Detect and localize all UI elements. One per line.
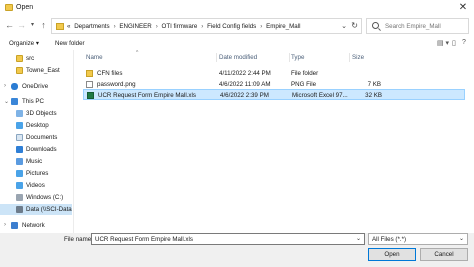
search-icon [372, 22, 379, 29]
breadcrumb-field-config-fields[interactable]: Field Config fields [207, 23, 256, 30]
drive-icon [16, 194, 23, 201]
title-bar: Open ✕ [0, 0, 474, 16]
sidebar-item-documents[interactable]: Documents [0, 132, 72, 143]
cancel-button[interactable]: Cancel [420, 248, 468, 261]
up-button[interactable]: ↑ [38, 20, 49, 31]
chevron-down-icon[interactable]: ⌄ [356, 235, 361, 242]
computer-icon [11, 98, 18, 105]
folder-icon [56, 23, 64, 30]
breadcrumb-overflow[interactable]: « [67, 23, 70, 30]
sidebar-item-network[interactable]: › Network [0, 220, 72, 231]
file-date: 4/11/2022 2:44 PM [219, 70, 271, 77]
new-folder-button[interactable]: New folder [55, 40, 85, 47]
table-row[interactable]: CFN files 4/11/2022 2:44 PM File folder [83, 68, 465, 79]
navigation-pane: src Towne_East › OneDrive ⌄ This PC 3D O… [0, 50, 72, 233]
back-button[interactable]: ← [4, 20, 15, 31]
help-icon[interactable]: ? [462, 39, 466, 46]
breadcrumb-empire-mall[interactable]: Empire_Mall [266, 23, 300, 30]
folder-icon [16, 55, 23, 62]
file-name: CFN files [97, 70, 123, 77]
sidebar-item-videos[interactable]: Videos [0, 180, 72, 191]
sidebar-item-3d-objects[interactable]: 3D Objects [0, 108, 72, 119]
pictures-icon [16, 170, 23, 177]
folder-icon [16, 67, 23, 74]
chevron-down-icon[interactable]: ⌄ [4, 98, 9, 105]
chevron-right-icon[interactable]: › [4, 83, 6, 89]
preview-pane-icon[interactable]: ▯ [452, 39, 456, 47]
file-name: UCR Request Form Empire Mall.xls [98, 92, 196, 99]
column-header-name[interactable]: Name [86, 54, 103, 61]
close-button[interactable]: ✕ [456, 2, 470, 14]
file-list: Name ^ Date modified Type Size CFN files… [76, 50, 474, 233]
sidebar-item-desktop[interactable]: Desktop [0, 120, 72, 131]
pane-splitter[interactable] [73, 50, 74, 233]
network-drive-icon [16, 206, 23, 213]
file-name-label: File name: [64, 236, 93, 243]
sort-up-icon: ^ [136, 50, 139, 56]
search-input[interactable] [385, 21, 465, 31]
chevron-down-icon[interactable]: ⌄ [341, 22, 347, 30]
sidebar-item-pictures[interactable]: Pictures [0, 168, 72, 179]
column-header-size[interactable]: Size [352, 54, 364, 61]
breadcrumb-departments[interactable]: Departments [74, 23, 109, 30]
folder-icon [86, 70, 93, 77]
file-name: password.png [97, 81, 136, 88]
sidebar-item-towne-east[interactable]: Towne_East [0, 65, 72, 76]
download-icon [16, 146, 23, 153]
cloud-icon [11, 83, 18, 90]
file-date: 4/6/2022 11:09 AM [219, 81, 271, 88]
sidebar-item-onedrive[interactable]: › OneDrive [0, 81, 72, 92]
organize-button[interactable]: Organize ▾ [9, 40, 39, 47]
address-row: ← → ▾ ↑ « Departments › ENGINEER › OTI fir… [0, 16, 474, 36]
videos-icon [16, 182, 23, 189]
forward-button[interactable]: → [16, 20, 27, 31]
column-header-type[interactable]: Type [291, 54, 304, 61]
file-type: PNG File [291, 81, 317, 88]
music-icon [16, 158, 23, 165]
folder-icon [5, 4, 13, 11]
chevron-right-icon[interactable]: › [4, 222, 6, 228]
file-name-input[interactable]: UCR Request Form Empire Mall.xls ⌄ [91, 233, 365, 245]
chevron-down-icon[interactable]: ⌄ [459, 235, 464, 242]
command-bar: Organize ▾ New folder ▤ ▾ ▯ ? [0, 37, 474, 50]
excel-file-icon [87, 92, 94, 99]
breadcrumb: « Departments › ENGINEER › OTI firmware › F… [67, 23, 301, 30]
view-options-icon[interactable]: ▤ ▾ [437, 39, 449, 47]
file-type-filter[interactable]: All Files (*.*) ⌄ [368, 233, 468, 245]
file-type: Microsoft Excel 97... [292, 92, 348, 99]
table-row[interactable]: UCR Request Form Empire Mall.xls 4/6/202… [83, 89, 465, 100]
recent-locations-button[interactable]: ▾ [27, 20, 38, 31]
documents-icon [16, 134, 23, 141]
breadcrumb-engineer[interactable]: ENGINEER [119, 23, 151, 30]
open-button[interactable]: Open [368, 248, 416, 261]
sidebar-item-src[interactable]: src [0, 53, 72, 64]
desktop-icon [16, 122, 23, 129]
file-size: 7 KB [367, 81, 381, 88]
dialog-footer: File name: UCR Request Form Empire Mall.… [0, 233, 474, 267]
network-icon [11, 222, 18, 229]
cube-icon [16, 110, 23, 117]
file-type: File folder [291, 70, 319, 77]
window-title: Open [16, 4, 34, 11]
file-date: 4/6/2022 2:39 PM [220, 92, 269, 99]
sidebar-item-windows-c[interactable]: Windows (C:) [0, 192, 72, 203]
search-box[interactable] [366, 18, 469, 34]
sidebar-item-downloads[interactable]: Downloads [0, 144, 72, 155]
sidebar-item-music[interactable]: Music [0, 156, 72, 167]
refresh-icon[interactable]: ↻ [351, 21, 358, 30]
image-file-icon [86, 81, 93, 88]
file-name-value: UCR Request Form Empire Mall.xls [95, 236, 193, 243]
sidebar-item-this-pc[interactable]: ⌄ This PC [0, 96, 72, 107]
column-header-date-modified[interactable]: Date modified [219, 54, 257, 61]
sidebar-item-data-network-drive[interactable]: Data (\\SCI-Data [0, 204, 72, 215]
file-type-filter-value: All Files (*.*) [372, 236, 407, 243]
file-size: 32 KB [365, 92, 382, 99]
breadcrumb-oti-firmware[interactable]: OTI firmware [162, 23, 198, 30]
address-bar[interactable]: « Departments › ENGINEER › OTI firmware › F… [51, 18, 362, 34]
